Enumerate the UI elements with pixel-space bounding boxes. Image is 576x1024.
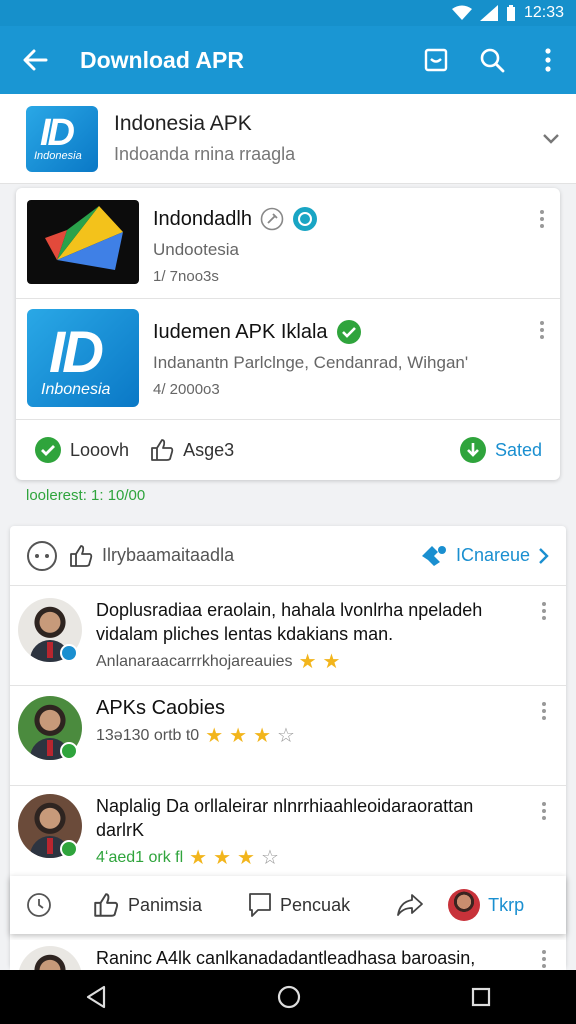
star-icon: ★ <box>253 725 272 747</box>
app-list-card: Indondadlh Undootesia 1/ 7noo3s ID Inbon… <box>16 188 560 480</box>
download-circle-icon <box>459 437 486 463</box>
verified-badge-icon <box>60 742 78 760</box>
star-outline-icon: ☆ <box>260 847 279 869</box>
search-icon <box>480 48 505 73</box>
recents-square-icon[interactable] <box>471 987 491 1007</box>
thumbs-up-icon <box>151 439 174 461</box>
review-menu-button[interactable] <box>542 802 548 820</box>
signal-icon <box>479 5 498 21</box>
review-text: Doplusradiaa eraolain, hahala lvonlrha n… <box>96 600 483 620</box>
verified-badge-icon <box>60 840 78 858</box>
inbox-button[interactable] <box>408 26 464 94</box>
review-text: Raninc A4lk canlkanadadantleadhasa baroa… <box>96 948 476 968</box>
star-icon: ★ <box>189 847 208 869</box>
app-subtitle: Indoanda rnina rraagla <box>114 144 296 164</box>
avatar <box>448 889 481 921</box>
item-menu-button[interactable] <box>540 321 546 339</box>
card-actions: Looovh Asge3 Sated <box>16 420 560 480</box>
review-text: vidalam pliches lentas kdakians man. <box>96 624 394 644</box>
app-thumbnail <box>27 200 139 284</box>
thumbs-up-icon <box>94 893 119 917</box>
page-title: Download APR <box>80 46 244 73</box>
star-icon: ★ <box>298 651 317 673</box>
check-circle-icon <box>35 437 61 463</box>
back-button[interactable] <box>0 26 70 94</box>
review-item[interactable]: Doplusradiaa eraolain, hahala lvonlrha n… <box>10 586 566 686</box>
system-nav-bar <box>0 970 576 1024</box>
item-menu-button[interactable] <box>540 210 546 228</box>
puzzle-icon <box>421 545 446 566</box>
star-icon: ★ <box>237 847 255 869</box>
app-title: Indonesia APK <box>114 112 252 135</box>
share-button[interactable]: Asge3 <box>149 437 234 463</box>
saved-button[interactable]: Sated <box>459 436 542 464</box>
review-menu-button[interactable] <box>542 702 548 720</box>
reviews-header: Ilrybaamaitaadla ICnareue <box>10 526 566 586</box>
star-outline-icon: ☆ <box>277 725 295 747</box>
user-profile-button[interactable]: Tkrp <box>448 889 524 921</box>
share-button[interactable] <box>396 892 424 918</box>
star-icon: ★ <box>213 847 232 869</box>
review-menu-button[interactable] <box>542 602 548 620</box>
check-circle-icon <box>336 320 361 344</box>
item-subtitle: Undootesia <box>153 240 240 259</box>
item-title: Indondadlh <box>153 207 252 230</box>
chat-bubble-icon <box>27 540 57 571</box>
share-icon <box>397 894 423 916</box>
review-meta: Anlanaraacarrrkhojareauies <box>96 653 293 670</box>
app-header-row[interactable]: ID Indonesia Indonesia APK Indoanda rnin… <box>0 94 576 184</box>
review-text: Naplalig Da orllaleirar nlnrrhiaahleoida… <box>96 796 474 816</box>
review-item[interactable]: Naplalig Da orllaleirar nlnrrhiaahleoida… <box>10 786 566 886</box>
app-logo: ID Inbonesia <box>27 309 139 407</box>
history-button[interactable] <box>26 892 52 918</box>
review-meta: 4ʻaed1 ork fl <box>96 849 184 866</box>
search-button[interactable] <box>464 26 520 94</box>
arrow-left-icon <box>23 49 48 71</box>
list-item[interactable]: Indondadlh Undootesia 1/ 7noo3s <box>16 188 560 298</box>
like-button[interactable]: Looovh <box>34 436 129 464</box>
reviews-label: Ilrybaamaitaadla <box>102 545 235 565</box>
review-text: darlrK <box>96 820 145 840</box>
clock-icon <box>27 893 51 917</box>
inbox-icon <box>424 48 448 72</box>
chevron-down-icon <box>543 133 559 144</box>
see-more-button[interactable]: ICnareue <box>420 544 550 568</box>
interest-text: loolerest: 1: 10/00 <box>26 487 146 504</box>
comment-icon <box>249 893 271 917</box>
star-icon: ★ <box>229 725 248 747</box>
list-item[interactable]: ID Inbonesia Iudemen APK Iklala Indanant… <box>16 299 560 419</box>
item-title: Iudemen APK Iklala <box>153 320 328 343</box>
item-date: 4/ 2000o3 <box>153 381 220 398</box>
back-triangle-icon[interactable] <box>85 985 107 1009</box>
verified-badge-icon <box>60 644 78 662</box>
thumbs-up-icon <box>70 544 93 567</box>
colorful-logo-icon <box>45 206 123 270</box>
battery-icon <box>506 5 515 21</box>
chevron-right-icon <box>539 547 549 564</box>
pin-icon <box>260 207 284 231</box>
overflow-menu-button[interactable] <box>520 26 576 94</box>
item-date: 1/ 7noo3s <box>153 268 219 285</box>
review-item[interactable]: Raninc A4lk canlkanadadantleadhasa baroa… <box>10 940 566 970</box>
more-vert-icon <box>545 48 551 72</box>
comment-button[interactable]: Pencuak <box>248 892 350 918</box>
review-menu-button[interactable] <box>542 950 548 968</box>
status-time: 12:33 <box>523 4 564 21</box>
floating-action-bar: Panimsia Pencuak Tkrp <box>10 876 566 934</box>
verified-badge-icon <box>292 207 317 231</box>
app-bar: Download APR <box>0 26 576 94</box>
app-logo: ID Indonesia <box>26 105 98 172</box>
item-subtitle: Indanantn Parlclnge, Cendanrad, Wihgan' <box>153 353 469 372</box>
review-title: APKs Caobies <box>96 697 225 719</box>
star-icon: ★ <box>322 651 341 673</box>
review-meta: 13ə130 ortb t0 <box>96 727 200 744</box>
like-button[interactable]: Panimsia <box>92 891 202 919</box>
expand-button[interactable] <box>526 133 576 145</box>
avatar <box>18 946 82 970</box>
star-icon: ★ <box>205 725 224 747</box>
home-circle-icon[interactable] <box>277 985 301 1009</box>
status-bar: 12:33 <box>0 0 576 26</box>
wifi-icon <box>451 5 472 20</box>
review-item[interactable]: APKs Caobies 13ə130 ortb t0 ★ ★ ★ ☆ <box>10 686 566 786</box>
